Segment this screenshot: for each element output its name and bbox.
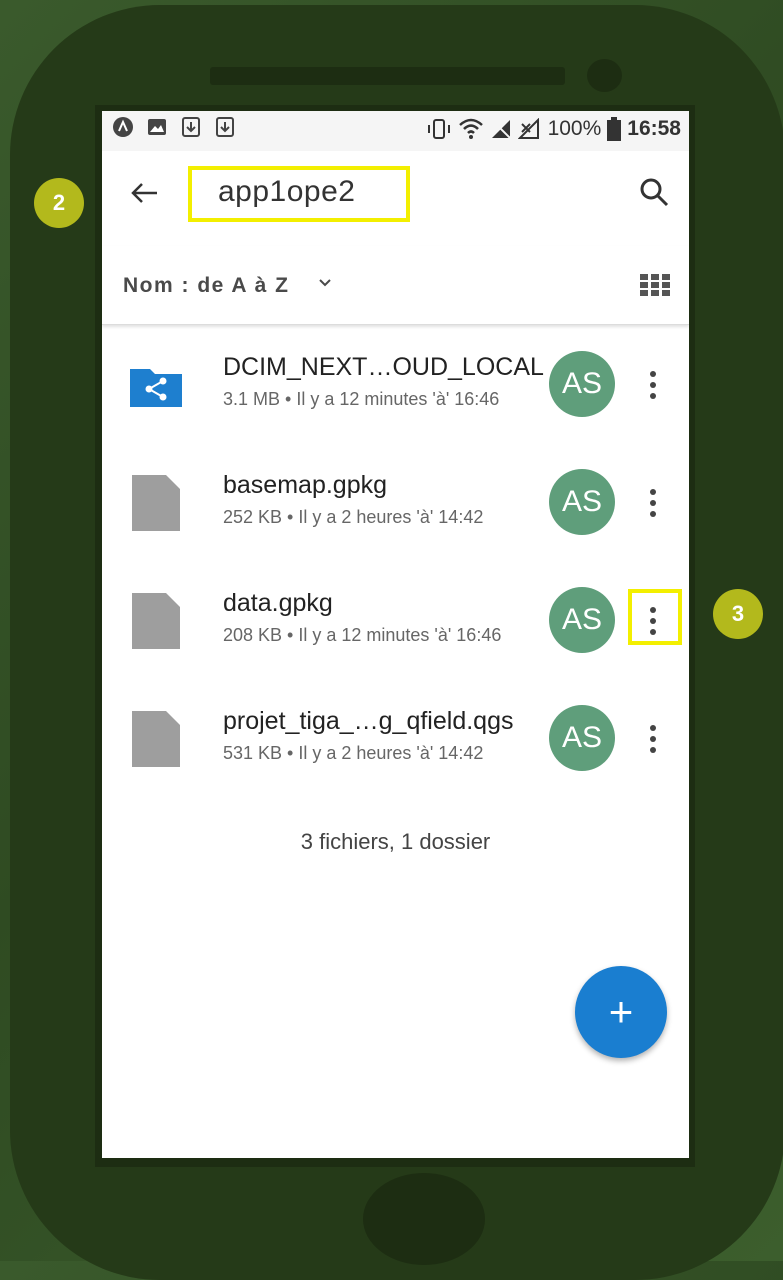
list-item[interactable]: basemap.gpkg 252 KB • Il y a 2 heures 'à… — [102, 443, 689, 561]
vibrate-icon — [427, 119, 450, 139]
file-name: projet_tiga_…g_qfield.qgs — [223, 707, 514, 735]
avatar: AS — [549, 351, 615, 417]
app-notification-icon — [113, 117, 133, 137]
menu-highlight — [628, 589, 682, 645]
phone-camera — [587, 59, 622, 92]
more-options-icon[interactable] — [638, 483, 668, 523]
file-meta: 252 KB • Il y a 2 heures 'à' 14:42 — [223, 507, 484, 527]
image-icon — [148, 119, 166, 135]
battery-percent: 100% — [547, 117, 602, 140]
phone-speaker — [210, 67, 565, 85]
file-name: DCIM_NEXT…OUD_LOCAL — [223, 353, 544, 381]
clock: 16:58 — [627, 117, 681, 140]
home-button[interactable] — [363, 1173, 485, 1265]
file-list: DCIM_NEXT…OUD_LOCAL 3.1 MB • Il y a 12 m… — [102, 325, 689, 797]
file-meta: 531 KB • Il y a 2 heures 'à' 14:42 — [223, 743, 484, 763]
file-icon — [132, 475, 180, 531]
app-screen: 100% 16:58 app1ope2 Nom : de A à Z DCIM_… — [102, 111, 689, 1158]
file-meta: 3.1 MB • Il y a 12 minutes 'à' 16:46 — [223, 389, 500, 409]
step-badge-3: 3 — [713, 589, 763, 639]
step-badge-2: 2 — [34, 178, 84, 228]
file-icon — [132, 593, 180, 649]
avatar: AS — [549, 469, 615, 535]
status-bar: 100% 16:58 — [102, 111, 689, 151]
battery-icon — [607, 117, 622, 141]
list-item[interactable]: projet_tiga_…g_qfield.qgs 531 KB • Il y … — [102, 679, 689, 797]
file-icon — [132, 711, 180, 767]
list-item[interactable]: data.gpkg 208 KB • Il y a 12 minutes 'à'… — [102, 561, 689, 679]
download-icon — [182, 117, 200, 137]
list-item[interactable]: DCIM_NEXT…OUD_LOCAL 3.1 MB • Il y a 12 m… — [102, 325, 689, 443]
no-sim-icon — [490, 119, 511, 139]
file-meta: 208 KB • Il y a 12 minutes 'à' 16:46 — [223, 625, 502, 645]
shared-folder-icon — [130, 369, 182, 407]
file-count-summary: 3 fichiers, 1 dossier — [300, 829, 491, 854]
arrow-left-icon[interactable] — [127, 176, 161, 210]
wifi-icon — [458, 118, 483, 139]
title-highlight — [188, 166, 410, 222]
add-button[interactable]: + — [575, 966, 667, 1058]
sort-order-dropdown[interactable]: Nom : de A à Z — [123, 274, 289, 298]
no-signal-icon — [517, 118, 539, 139]
more-options-icon[interactable] — [638, 365, 668, 405]
file-name: basemap.gpkg — [223, 471, 388, 499]
file-name: data.gpkg — [223, 589, 333, 617]
avatar: AS — [549, 705, 615, 771]
download-icon — [216, 117, 234, 137]
search-icon[interactable] — [637, 175, 671, 209]
sort-bar: Nom : de A à Z — [102, 246, 689, 325]
avatar: AS — [549, 587, 615, 653]
chevron-down-icon[interactable] — [318, 276, 332, 290]
more-options-icon[interactable] — [638, 719, 668, 759]
grid-view-icon[interactable] — [640, 274, 670, 296]
